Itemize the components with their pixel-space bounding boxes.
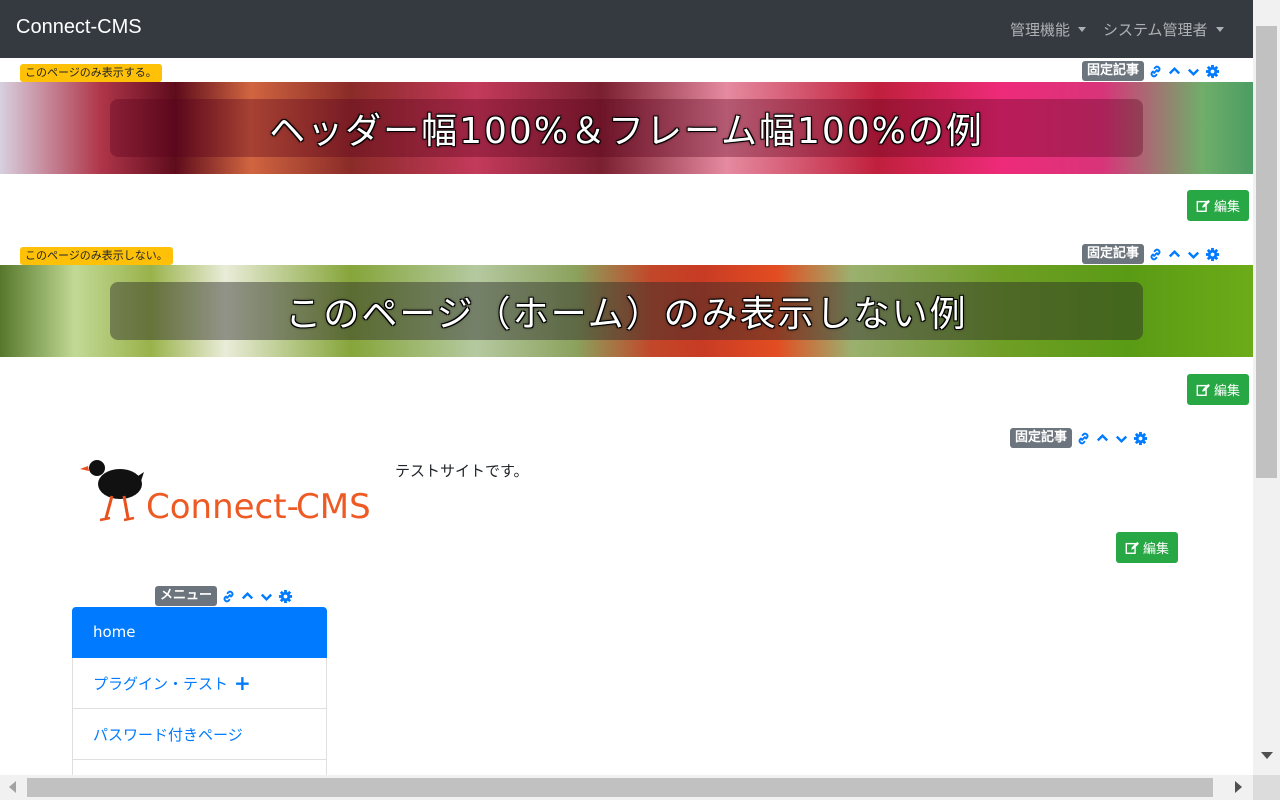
system-admin-label: システム管理者: [1103, 21, 1208, 39]
scroll-right-arrow-icon[interactable]: [1235, 781, 1242, 793]
frame-type-badge: 固定記事: [1082, 244, 1145, 264]
vertical-scrollbar[interactable]: [1253, 0, 1280, 775]
edit-button[interactable]: 編集: [1116, 532, 1179, 563]
caret-down-icon: [1215, 27, 1224, 32]
connect-cms-logo: Connect- CMS: [80, 460, 371, 526]
top-navbar: Connect-CMS 管理機能 システム管理者: [0, 0, 1253, 58]
site-description-text: テストサイトです。: [395, 462, 529, 480]
gear-icon[interactable]: [277, 588, 293, 604]
frame-toolbar: 固定記事: [1082, 244, 1220, 264]
page-hidden-badge: このページのみ表示しない。: [20, 247, 173, 265]
menu-item-home[interactable]: home: [72, 607, 327, 658]
logo-text-cms: CMS: [296, 487, 371, 526]
scrollbar-corner: [1253, 775, 1280, 800]
menu-item-plugin-test[interactable]: プラグイン・テスト +: [72, 658, 327, 709]
chevron-down-icon[interactable]: [1185, 63, 1201, 79]
plus-icon: +: [234, 671, 251, 695]
menu-item-label: home: [93, 623, 136, 641]
gear-icon[interactable]: [1204, 63, 1220, 79]
edit-button[interactable]: 編集: [1187, 374, 1250, 405]
ladybug-banner-image: このページ（ホーム）のみ表示しない例: [0, 265, 1253, 357]
menu-item-label: パスワード付きページ: [93, 725, 243, 744]
caret-down-icon: [1078, 27, 1087, 32]
edit-button-label: 編集: [1214, 384, 1241, 399]
edit-icon: [1196, 383, 1210, 396]
gear-icon[interactable]: [1132, 430, 1148, 446]
vertical-scroll-thumb[interactable]: [1256, 26, 1277, 478]
edit-button-label: 編集: [1214, 200, 1241, 215]
link-icon[interactable]: [1147, 246, 1163, 262]
menu-list: home プラグイン・テスト + パスワード付きページ: [72, 607, 327, 800]
chevron-up-icon[interactable]: [1094, 430, 1110, 446]
menu-type-badge: メニュー: [155, 586, 218, 606]
edit-icon: [1125, 541, 1139, 554]
link-icon[interactable]: [1075, 430, 1091, 446]
edit-icon: [1196, 199, 1210, 212]
frame-toolbar: 固定記事: [1082, 61, 1220, 81]
horizontal-scroll-thumb[interactable]: [27, 778, 1213, 797]
system-admin-dropdown[interactable]: システム管理者: [1103, 19, 1224, 40]
edit-button-label: 編集: [1143, 542, 1170, 557]
edit-button[interactable]: 編集: [1187, 190, 1250, 221]
frame-toolbar: 固定記事: [1010, 428, 1148, 448]
gear-icon[interactable]: [1204, 246, 1220, 262]
chevron-down-icon[interactable]: [1185, 246, 1201, 262]
logo-text-connect: Connect-: [146, 487, 299, 526]
scroll-left-arrow-icon[interactable]: [9, 781, 16, 793]
page-only-display-badge: このページのみ表示する。: [20, 64, 162, 82]
banner-title: ヘッダー幅100%＆フレーム幅100%の例: [110, 99, 1143, 157]
horizontal-scrollbar[interactable]: [0, 775, 1280, 800]
menu-frame-toolbar: メニュー: [155, 586, 293, 606]
admin-functions-dropdown[interactable]: 管理機能: [1010, 19, 1087, 40]
frame-type-badge: 固定記事: [1082, 61, 1145, 81]
header-banner-image: ヘッダー幅100%＆フレーム幅100%の例: [0, 82, 1253, 174]
banner-title: このページ（ホーム）のみ表示しない例: [110, 282, 1143, 340]
menu-item-label: プラグイン・テスト: [93, 674, 229, 693]
chevron-up-icon[interactable]: [239, 588, 255, 604]
menu-item-password-page[interactable]: パスワード付きページ: [72, 709, 327, 760]
chevron-up-icon[interactable]: [1166, 246, 1182, 262]
site-brand-link[interactable]: Connect-CMS: [16, 16, 142, 39]
link-icon[interactable]: [1147, 63, 1163, 79]
admin-functions-label: 管理機能: [1010, 21, 1071, 39]
frame-type-badge: 固定記事: [1010, 428, 1073, 448]
chevron-down-icon[interactable]: [258, 588, 274, 604]
scroll-down-arrow-icon[interactable]: [1261, 752, 1273, 759]
link-icon[interactable]: [220, 588, 236, 604]
chevron-down-icon[interactable]: [1113, 430, 1129, 446]
chevron-up-icon[interactable]: [1166, 63, 1182, 79]
